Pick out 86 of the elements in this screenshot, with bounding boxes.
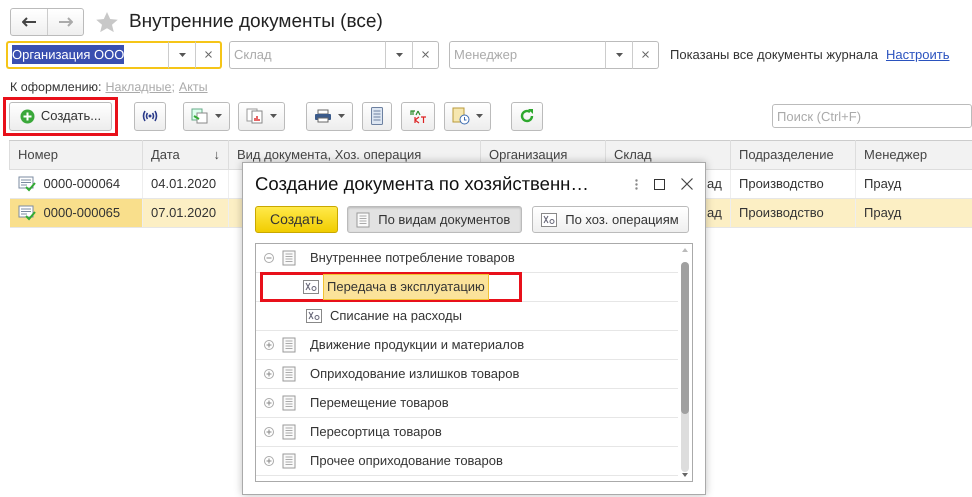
expand-icon[interactable]	[264, 427, 274, 437]
tree-item[interactable]: Перемещение товаров	[306, 390, 453, 416]
table-cell-text: 0000-000065	[44, 204, 120, 222]
printer-icon	[314, 109, 332, 123]
column-header[interactable]: Номер	[10, 140, 142, 170]
settings-link[interactable]: Настроить	[886, 44, 950, 64]
document-icon	[282, 453, 296, 469]
printer-button[interactable]	[306, 102, 353, 130]
document-icon	[282, 337, 296, 353]
collapse-icon[interactable]	[264, 253, 274, 263]
caret-icon	[178, 52, 186, 56]
create-button[interactable]: Создать...	[9, 102, 112, 130]
column-header[interactable]: Дата ↓	[142, 140, 228, 170]
star-icon[interactable]	[95, 11, 119, 33]
expand-icon[interactable]	[264, 340, 274, 350]
plus-icon	[20, 108, 35, 124]
caret-icon	[338, 114, 345, 118]
document-clock-icon	[452, 107, 470, 125]
tree-item[interactable]: Передача в эксплуатацию	[323, 274, 489, 300]
manager-field[interactable]: Менеджер	[449, 40, 605, 68]
view-toggle-button[interactable]: По видам документов	[347, 206, 522, 233]
broadcast-icon	[142, 110, 158, 122]
dialog-title: Создание документа по хозяйственн…	[255, 172, 589, 196]
expand-icon[interactable]	[264, 398, 274, 408]
dropdown-button[interactable]	[605, 40, 632, 68]
search-field[interactable]: Поиск (Ctrl+F)	[772, 104, 972, 128]
clear-button[interactable]	[195, 40, 222, 68]
caret-icon	[396, 52, 402, 56]
filter-status-text: Показаны все документы журнала	[670, 46, 878, 64]
caret-icon	[215, 114, 222, 118]
scrollbar[interactable]	[681, 248, 689, 477]
close-icon[interactable]	[681, 178, 693, 190]
tree-item[interactable]: Прочее оприходование товаров	[306, 448, 507, 474]
organization-field[interactable]: Организация ООО	[6, 40, 168, 68]
clear-button[interactable]	[632, 40, 659, 68]
close-icon	[204, 51, 212, 58]
broadcast-button[interactable]	[134, 102, 166, 130]
table-cell-text: 0000-000064	[44, 175, 120, 194]
document-clock-button[interactable]	[444, 102, 491, 130]
caret-icon	[476, 114, 483, 118]
table-cell: Производство	[730, 198, 856, 228]
dropdown-button[interactable]	[385, 40, 412, 68]
document-icon	[282, 366, 296, 382]
table-cell: 07.01.2020	[142, 198, 228, 228]
warehouse-field[interactable]: Склад	[229, 40, 385, 68]
tree-item[interactable]: Списание на расходы	[326, 303, 466, 329]
debit-credit-icon	[409, 108, 427, 124]
column-header[interactable]: Подразделение	[730, 140, 856, 170]
report-button[interactable]	[238, 102, 285, 130]
documents-button[interactable]	[183, 102, 230, 130]
expand-icon[interactable]	[264, 369, 274, 379]
column-header[interactable]: Менеджер	[856, 140, 972, 170]
forward-arrow-icon	[58, 17, 72, 27]
document-icon	[282, 395, 296, 411]
document-icon	[282, 424, 296, 440]
back-arrow-icon	[22, 17, 36, 27]
close-icon	[642, 51, 649, 58]
clear-button[interactable]	[412, 40, 439, 68]
tree-item[interactable]: Движение продукции и материалов	[306, 332, 528, 358]
pending-label: К оформлению:	[10, 78, 102, 96]
document-icon	[282, 250, 296, 266]
documents-icon	[191, 108, 209, 124]
maximize-icon[interactable]	[654, 178, 665, 190]
refresh-icon	[519, 108, 535, 124]
debit-credit-button[interactable]	[401, 102, 435, 130]
caret-icon	[270, 114, 277, 118]
operation-icon	[306, 309, 322, 323]
create-button[interactable]: Создать	[255, 206, 338, 233]
caret-icon	[616, 52, 622, 56]
operation-icon	[541, 212, 558, 226]
close-icon	[422, 51, 429, 58]
separator-text: ;	[171, 78, 175, 96]
tree-item[interactable]: Оприходование излишков товаров	[306, 361, 524, 387]
list-button[interactable]	[362, 102, 392, 130]
report-icon	[246, 108, 264, 124]
list-icon	[371, 107, 383, 125]
refresh-button[interactable]	[511, 102, 543, 130]
window-title: Внутренние документы (все)	[129, 10, 383, 34]
document-icon	[356, 212, 370, 228]
expand-icon[interactable]	[264, 456, 274, 466]
operation-icon	[303, 280, 319, 294]
table-cell: Прауд	[856, 198, 972, 228]
view-toggle-button[interactable]: По хоз. операциям	[532, 206, 690, 233]
tree-item[interactable]: Внутреннее потребление товаров	[306, 245, 519, 271]
more-icon[interactable]	[635, 178, 638, 190]
tree-item[interactable]: Пересортица товаров	[306, 419, 446, 445]
